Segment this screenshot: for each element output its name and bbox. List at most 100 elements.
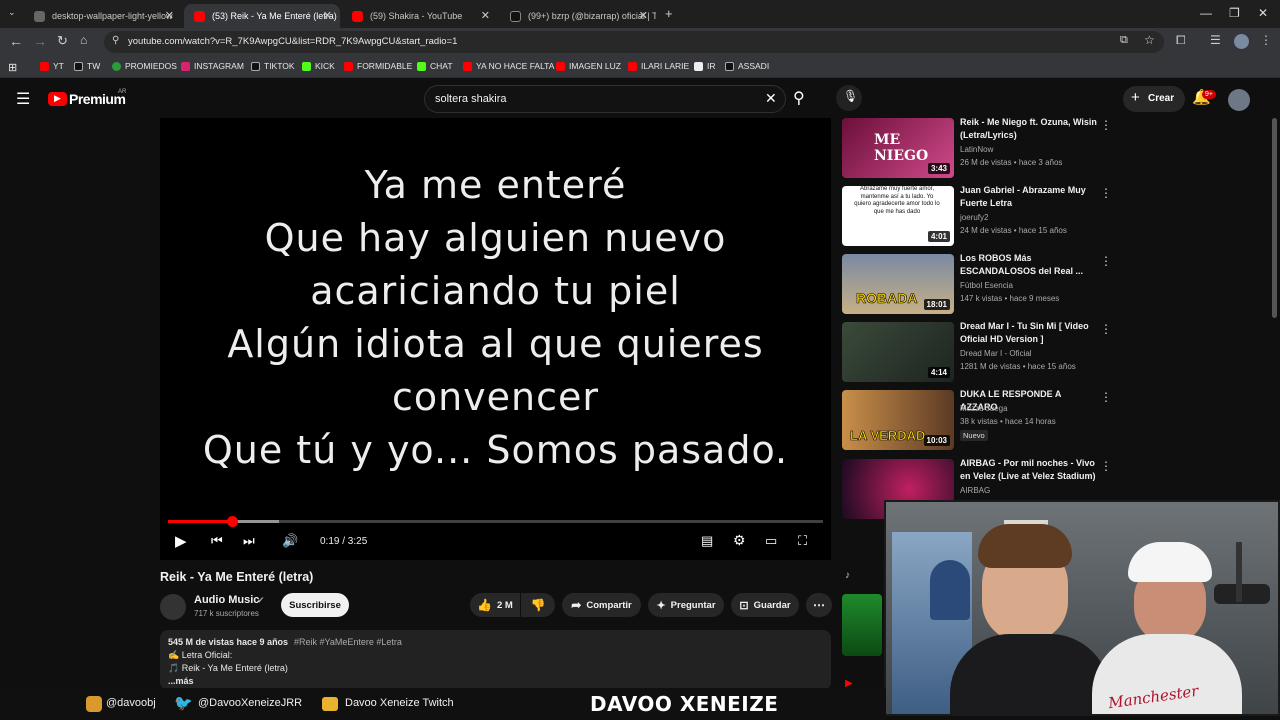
- profile-avatar[interactable]: [1234, 34, 1249, 49]
- theater-mode-icon[interactable]: ▭: [765, 533, 777, 549]
- home-icon[interactable]: ⌂: [80, 33, 87, 47]
- recommendation-meta: 24 M de vistas • hace 15 años: [960, 226, 1067, 235]
- bookmark-yt[interactable]: YT: [40, 61, 64, 71]
- back-icon[interactable]: ←: [9, 33, 23, 49]
- video-thumbnail[interactable]: ROBADA 18:01: [842, 254, 954, 314]
- reading-list-icon[interactable]: ☰: [1210, 33, 1221, 47]
- bookmark-assadi[interactable]: ASSADI: [725, 61, 769, 71]
- instagram-icon: [181, 61, 190, 71]
- more-options-icon[interactable]: ⋮: [1100, 390, 1112, 404]
- account-avatar[interactable]: [1228, 89, 1250, 111]
- page-scrollbar[interactable]: [1272, 118, 1277, 318]
- youtube-icon: [556, 61, 565, 71]
- restore-icon[interactable]: ❐: [1229, 6, 1240, 20]
- like-button[interactable]: 👍 2 M: [470, 593, 520, 617]
- browser-menu-icon[interactable]: ⋮: [1260, 33, 1272, 47]
- ask-button[interactable]: ✦ Preguntar: [648, 593, 724, 617]
- promiedos-icon: [112, 61, 121, 71]
- menu-icon[interactable]: ☰: [16, 89, 30, 109]
- forward-icon[interactable]: →: [33, 33, 47, 49]
- subtitles-icon[interactable]: ▤: [701, 533, 713, 549]
- dislike-button[interactable]: 👎: [521, 593, 555, 617]
- bookmark-ya-no-hace-falta[interactable]: YA NO HACE FALTA: [463, 61, 554, 71]
- save-button[interactable]: ⊡ Guardar: [731, 593, 799, 617]
- video-thumbnail[interactable]: 4:14: [842, 322, 954, 382]
- recommended-video[interactable]: ROBADA 18:01 Los ROBOS Más ESCANDALOSOS …: [842, 253, 1112, 314]
- bookmark-ir[interactable]: IR: [694, 61, 716, 71]
- volume-icon[interactable]: 🔊: [282, 533, 298, 549]
- bookmark-formidable[interactable]: FORMIDABLE: [344, 61, 412, 71]
- video-thumbnail[interactable]: ME NIEGO 3:43: [842, 118, 954, 178]
- clear-search-icon[interactable]: ✕: [765, 90, 777, 107]
- seek-bar[interactable]: [168, 516, 823, 527]
- play-icon[interactable]: ▶: [175, 532, 187, 550]
- address-bar[interactable]: ⚲ youtube.com/watch?v=R_7K9AwpgCU&list=R…: [104, 31, 1164, 53]
- tab-reik[interactable]: (53) Reik - Ya Me Enteré (letra) ✕: [184, 4, 340, 28]
- search-input[interactable]: soltera shakira: [435, 93, 507, 105]
- scrubber-handle[interactable]: [226, 516, 238, 527]
- more-options-icon[interactable]: ⋮: [1100, 118, 1112, 132]
- bookmark-tw[interactable]: TW: [74, 61, 100, 71]
- settings-gear-icon[interactable]: ⚙: [733, 532, 746, 549]
- bookmark-chat[interactable]: CHAT: [417, 61, 453, 71]
- site-info-icon[interactable]: ⚲: [112, 35, 119, 46]
- channel-name[interactable]: Audio Music: [194, 594, 259, 606]
- tab-favicon: [34, 11, 45, 22]
- x-icon: [725, 61, 734, 71]
- new-tab-icon[interactable]: +: [665, 6, 673, 21]
- more-options-icon[interactable]: ⋮: [1100, 186, 1112, 200]
- channel-avatar[interactable]: [160, 594, 186, 620]
- tab-search-icon[interactable]: ⌄: [8, 7, 16, 18]
- recommendation-title: Juan Gabriel - Abrazame Muy Fuerte Letra: [960, 185, 1086, 208]
- create-button[interactable]: + Crear: [1123, 86, 1185, 112]
- extensions-icon[interactable]: ⧠: [1176, 33, 1186, 48]
- framed-jersey: [930, 560, 970, 620]
- tab-close-icon[interactable]: ✕: [165, 9, 174, 22]
- recommended-video[interactable]: ME NIEGO 3:43 Reik - Me Niego ft. Ozuna,…: [842, 117, 1112, 178]
- fullscreen-icon[interactable]: ⛶: [798, 533, 807, 549]
- tab-close-icon[interactable]: ✕: [639, 9, 648, 22]
- tab-shakira[interactable]: (59) Shakira - YouTube ✕: [342, 4, 498, 28]
- search-box[interactable]: soltera shakira ✕: [424, 85, 786, 113]
- more-actions-button[interactable]: ⋯: [806, 593, 832, 617]
- more-options-icon[interactable]: ⋮: [1100, 322, 1112, 336]
- tab-close-icon[interactable]: ✕: [481, 9, 490, 22]
- recommended-video[interactable]: Abrázame muy fuerte amor, mantenme así a…: [842, 185, 1112, 246]
- bookmark-tiktok[interactable]: TIKTOK: [251, 61, 295, 71]
- more-dots-icon: ⋯: [813, 598, 825, 612]
- apps-grid-icon[interactable]: ⊞: [8, 61, 17, 74]
- video-thumbnail[interactable]: [842, 594, 882, 656]
- video-player[interactable]: Ya me enteré Que hay alguien nuevo acari…: [160, 118, 831, 560]
- bookmark-instagram[interactable]: INSTAGRAM: [181, 61, 244, 71]
- previous-icon[interactable]: ⏮: [211, 533, 223, 549]
- hashtags[interactable]: #Reik #YaMeEntere #Letra: [294, 637, 402, 647]
- bookmark-kick[interactable]: KICK: [302, 61, 335, 71]
- bookmark-promiedos[interactable]: PROMIEDOS: [112, 61, 177, 71]
- video-thumbnail[interactable]: LA VERDAD 10:03: [842, 390, 954, 450]
- show-more-link[interactable]: ...más: [168, 676, 194, 686]
- share-button[interactable]: ➦ Compartir: [562, 593, 641, 617]
- recommended-video[interactable]: LA VERDAD 10:03 DUKA LE RESPONDE A AZZAR…: [842, 389, 1112, 450]
- next-icon[interactable]: ⏭: [243, 533, 255, 549]
- description-box[interactable]: 545 M de vistas hace 9 años #Reik #YaMeE…: [160, 630, 831, 690]
- search-icon[interactable]: ⚲: [793, 88, 805, 108]
- bookmark-star-icon[interactable]: ☆: [1144, 33, 1155, 47]
- video-thumbnail[interactable]: Abrázame muy fuerte amor, mantenme así a…: [842, 186, 954, 246]
- bookmark-imagen-luz[interactable]: IMAGEN LUZ: [556, 61, 621, 71]
- more-options-icon[interactable]: ⋮: [1100, 459, 1112, 473]
- youtube-header: ☰ ▶ Premium AR soltera shakira ✕ ⚲ 🎙 + C…: [0, 80, 1280, 118]
- tab-wallpaper[interactable]: desktop-wallpaper-light-yellow ✕: [24, 4, 182, 28]
- bookmark-ilari-larie[interactable]: ILARI LARIE: [628, 61, 689, 71]
- x-icon: [74, 61, 83, 71]
- tab-bizarrap[interactable]: (99+) bzrp (@bizarrap) oficial | T ✕: [500, 4, 656, 28]
- install-icon[interactable]: ⧉: [1120, 34, 1128, 47]
- close-window-icon[interactable]: ✕: [1258, 6, 1268, 20]
- reload-icon[interactable]: ↻: [57, 33, 68, 49]
- more-options-icon[interactable]: ⋮: [1100, 254, 1112, 268]
- tab-close-icon[interactable]: ✕: [323, 9, 332, 22]
- recommended-video[interactable]: AIRBAG - Por mil noches - Vivo en Velez …: [842, 458, 1112, 519]
- recommended-video[interactable]: 4:14 Dread Mar I - Tu Sin Mi [ Video Ofi…: [842, 321, 1112, 382]
- subscribe-button[interactable]: Suscribirse: [281, 593, 349, 617]
- minimize-icon[interactable]: —: [1200, 6, 1212, 20]
- thumbs-up-icon: 👍: [477, 598, 492, 612]
